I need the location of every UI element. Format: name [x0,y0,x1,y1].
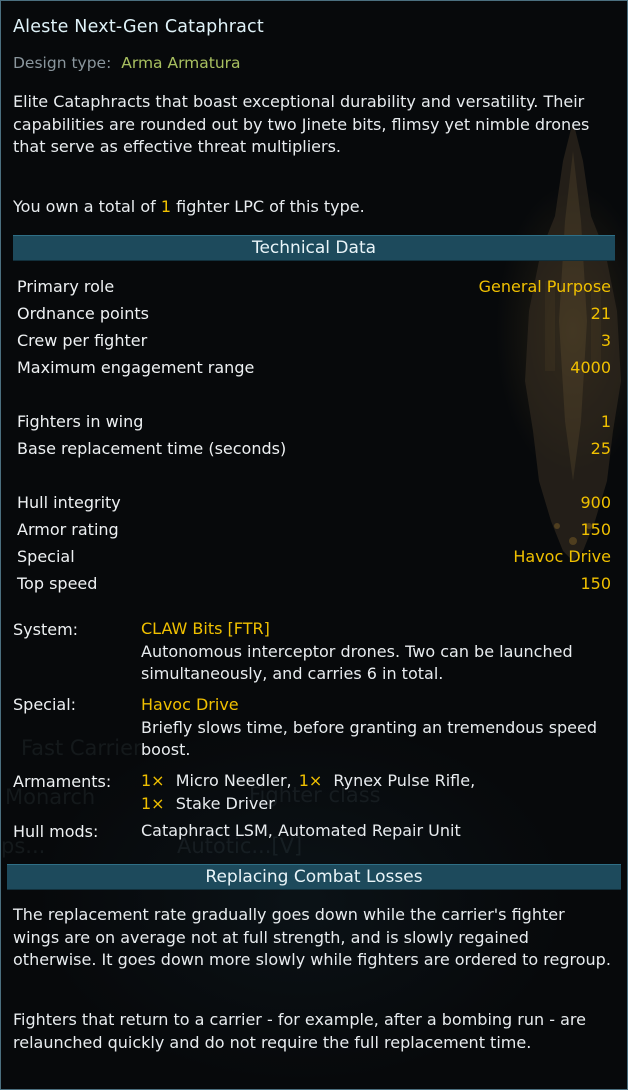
stat-label: Primary role [17,277,115,296]
stat-value: 3 [600,331,611,350]
special-description: Briefly slows time, before granting an t… [141,717,598,760]
special-label: Special: [13,695,77,714]
stat-row-hull-integrity: Hull integrity 900 [17,490,611,516]
ownership-count: 1 [160,197,172,216]
stat-value: General Purpose [478,277,611,296]
design-type-value: Arma Armatura [121,54,241,72]
stat-row-ordnance-points: Ordnance points 21 [17,301,611,327]
armaments-line-1: 1× Micro Needler, 1× Rynex Pulse Rifle, [141,770,615,793]
stat-row-primary-role: Primary role General Purpose [17,274,611,300]
armament-count: 1× [141,793,165,813]
stat-row-top-speed: Top speed 150 [17,571,611,597]
technical-data-header: Technical Data [13,235,615,261]
ownership-line: You own a total of 1 fighter LPC of this… [13,196,611,219]
design-type-label: Design type: [13,54,112,72]
fighter-description: Elite Cataphracts that boast exceptional… [13,92,590,156]
design-type-line: Design type: Arma Armatura [13,54,241,72]
stat-row-fighters-in-wing: Fighters in wing 1 [17,409,611,435]
hull-mods-value: Cataphract LSM, Automated Repair Unit [141,821,461,840]
stat-value: 4000 [570,358,611,377]
armament-count: 1× [141,771,165,790]
armament-name: Micro Needler, [175,771,292,790]
stat-value: 1 [600,412,611,431]
fighter-tooltip-panel: Fast Carrier Monarch Fighter class ps...… [0,0,628,1090]
stat-row-replacement-time: Base replacement time (seconds) 25 [17,436,611,462]
armament-count: 1× [298,771,323,790]
replacing-paragraph-2: Fighters that return to a carrier - for … [13,1010,586,1052]
replacing-paragraph-1: The replacement rate gradually goes down… [13,905,611,969]
stat-label: Top speed [17,574,98,593]
system-label: System: [13,620,79,639]
stat-row-armor-rating: Armor rating 150 [17,517,611,543]
armament-name: Rynex Pulse Rifle, [333,771,476,790]
armaments-list: 1× Micro Needler, 1× Rynex Pulse Rifle, … [141,770,615,815]
ownership-suffix: fighter LPC of this type. [171,197,365,216]
stat-value: 150 [580,520,611,539]
armaments-label: Armaments: [13,772,112,791]
stat-value: 21 [590,304,611,323]
armaments-line-2: 1× Stake Driver [141,793,615,816]
special-entry: Havoc Drive Briefly slows time, before g… [141,694,615,762]
replacing-losses-header: Replacing Combat Losses [7,864,621,890]
stat-value: 25 [590,439,611,458]
stat-row-engagement-range: Maximum engagement range 4000 [17,355,611,381]
stat-label: Crew per fighter [17,331,148,350]
ownership-prefix: You own a total of [13,197,161,216]
stat-label: Hull integrity [17,493,121,512]
stat-value: 150 [580,574,611,593]
armament-name: Stake Driver [175,793,275,813]
system-entry: CLAW Bits [FTR] Autonomous interceptor d… [141,618,615,686]
stat-value: 900 [580,493,611,512]
stat-label: Base replacement time (seconds) [17,439,287,458]
stat-value: Havoc Drive [513,547,611,566]
stat-label: Fighters in wing [17,412,144,431]
stat-label: Special [17,547,75,566]
special-name: Havoc Drive [141,695,239,714]
background-text-fast-carrier: Fast Carrier [21,736,142,760]
stat-row-special: Special Havoc Drive [17,544,611,570]
system-description: Autonomous interceptor drones. Two can b… [141,641,573,684]
stat-label: Ordnance points [17,304,149,323]
hull-mods-label: Hull mods: [13,822,99,841]
system-name: CLAW Bits [FTR] [141,619,270,638]
stat-label: Maximum engagement range [17,358,255,377]
fighter-title: Aleste Next-Gen Cataphract [13,17,264,37]
stat-row-crew-per-fighter: Crew per fighter 3 [17,328,611,354]
stat-label: Armor rating [17,520,119,539]
